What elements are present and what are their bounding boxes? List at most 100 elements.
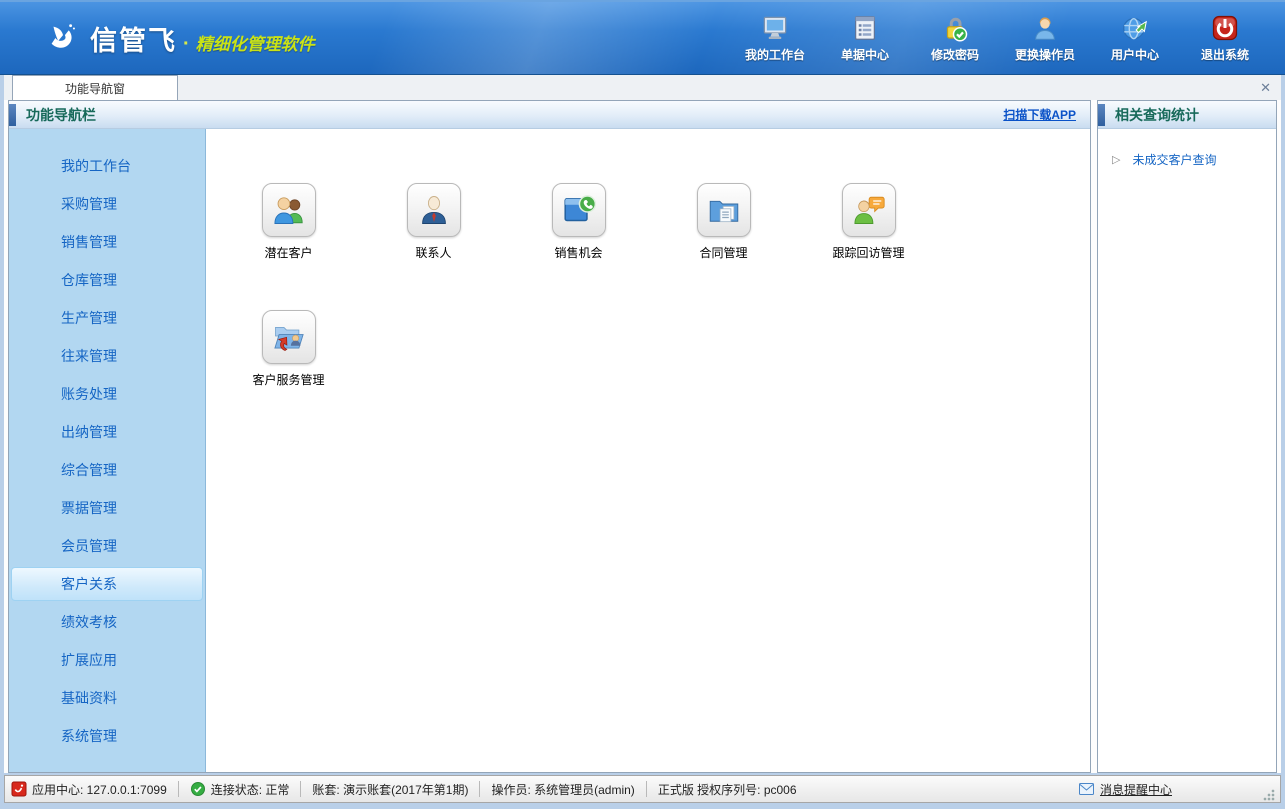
divider (479, 781, 480, 797)
connection-ok-icon (190, 781, 206, 797)
sidebar-item-partners[interactable]: 往来管理 (9, 337, 205, 375)
navigation-panel: 功能导航栏 扫描下载APP 我的工作台 采购管理 销售管理 仓库管理 生产管理 … (8, 100, 1091, 773)
connection-text: 连接状态: 正常 (211, 781, 290, 798)
query-panel-header: 相关查询统计 (1098, 101, 1276, 129)
contact-person-icon (416, 192, 452, 228)
module-contract-management[interactable]: 合同管理 (651, 183, 796, 261)
app-button (262, 310, 316, 364)
tab-strip: 功能导航窗 ✕ (4, 75, 1281, 100)
sidebar-item-customer-relations[interactable]: 客户关系 (11, 567, 203, 601)
operator-text: 操作员: 系统管理员(admin) (491, 781, 634, 798)
sidebar: 我的工作台 采购管理 销售管理 仓库管理 生产管理 往来管理 账务处理 出纳管理… (9, 129, 206, 772)
toolbar-label: 单据中心 (841, 46, 889, 63)
top-toolbar: 我的工作台 单据中心 修改密码 (737, 13, 1263, 63)
tab-function-navigation[interactable]: 功能导航窗 (12, 75, 178, 100)
sidebar-item-purchase[interactable]: 采购管理 (9, 185, 205, 223)
module-label: 客户服务管理 (252, 371, 324, 388)
workbench-monitor-icon (760, 13, 790, 43)
operator-status: 操作员: 系统管理员(admin) (491, 781, 634, 798)
app-button (407, 183, 461, 237)
app-logo-small-icon (11, 781, 27, 797)
app-button (842, 183, 896, 237)
toolbar-label: 用户中心 (1111, 46, 1159, 63)
resize-grip[interactable] (1262, 788, 1276, 802)
brand: 信管飞 · 精细化管理软件 (44, 19, 315, 58)
toolbar-label: 我的工作台 (745, 46, 805, 63)
account-text: 账套: 演示账套(2017年第1期) (312, 781, 468, 798)
message-center-link[interactable]: 消息提醒中心 (1100, 781, 1172, 798)
module-contact-person[interactable]: 联系人 (361, 183, 506, 261)
sidebar-item-sales[interactable]: 销售管理 (9, 223, 205, 261)
top-banner: 信管飞 · 精细化管理软件 我的工作台 单据中心 (0, 0, 1285, 75)
exit-power-icon (1210, 13, 1240, 43)
module-sales-opportunity[interactable]: 销售机会 (506, 183, 651, 261)
toolbar-user-center[interactable]: 用户中心 (1097, 13, 1173, 63)
module-follow-up-management[interactable]: 跟踪回访管理 (796, 183, 941, 261)
connection-status: 连接状态: 正常 (190, 781, 290, 798)
divider (646, 781, 647, 797)
app-button (552, 183, 606, 237)
module-label: 销售机会 (554, 244, 602, 261)
query-panel-title: 相关查询统计 (1115, 105, 1199, 125)
sidebar-item-bills[interactable]: 票据管理 (9, 489, 205, 527)
toolbar-switch-operator[interactable]: 更换操作员 (1007, 13, 1083, 63)
sidebar-item-basic-data[interactable]: 基础资料 (9, 679, 205, 717)
toolbar-label: 修改密码 (931, 46, 979, 63)
license-text: 正式版 授权序列号: pc006 (658, 781, 797, 798)
message-center[interactable]: 消息提醒中心 (1078, 781, 1172, 798)
accent-bar (9, 104, 16, 126)
triangle-right-icon: ▷ (1112, 153, 1120, 166)
toolbar-document-center[interactable]: 单据中心 (827, 13, 903, 63)
divider (300, 781, 301, 797)
sidebar-item-system[interactable]: 系统管理 (9, 717, 205, 755)
module-label: 跟踪回访管理 (832, 244, 904, 261)
toolbar-label: 更换操作员 (1015, 46, 1075, 63)
toolbar-my-workbench[interactable]: 我的工作台 (737, 13, 813, 63)
sidebar-item-my-workbench[interactable]: 我的工作台 (9, 147, 205, 185)
sidebar-item-cashier[interactable]: 出纳管理 (9, 413, 205, 451)
app-button (697, 183, 751, 237)
potential-customers-icon (271, 192, 307, 228)
query-item-unclosed-customers[interactable]: ▷ 未成交客户查询 (1112, 151, 1266, 168)
navigation-panel-title: 功能导航栏 (26, 105, 96, 125)
sales-opportunity-icon (561, 192, 597, 228)
brand-tagline: 精细化管理软件 (196, 30, 315, 55)
module-label: 合同管理 (699, 244, 747, 261)
scan-download-app-link[interactable]: 扫描下载APP (1003, 106, 1076, 123)
document-list-icon (850, 13, 880, 43)
status-bar: 应用中心: 127.0.0.1:7099 连接状态: 正常 账套: 演示账套(2… (4, 775, 1281, 803)
sidebar-item-accounting[interactable]: 账务处理 (9, 375, 205, 413)
brand-dot: · (183, 33, 190, 56)
sidebar-item-performance[interactable]: 绩效考核 (9, 603, 205, 641)
module-customer-service-management[interactable]: 客户服务管理 (216, 310, 361, 388)
app-button (262, 183, 316, 237)
sidebar-item-comprehensive[interactable]: 综合管理 (9, 451, 205, 489)
toolbar-exit-system[interactable]: 退出系统 (1187, 13, 1263, 63)
module-icon-area: 潜在客户 联系人 (206, 129, 1090, 772)
sidebar-item-members[interactable]: 会员管理 (9, 527, 205, 565)
app-center-status: 应用中心: 127.0.0.1:7099 (11, 781, 167, 798)
sidebar-item-production[interactable]: 生产管理 (9, 299, 205, 337)
account-set-status: 账套: 演示账套(2017年第1期) (312, 781, 468, 798)
envelope-icon (1078, 782, 1095, 796)
query-statistics-panel: 相关查询统计 ▷ 未成交客户查询 (1097, 100, 1277, 773)
sidebar-item-warehouse[interactable]: 仓库管理 (9, 261, 205, 299)
brand-name: 信管飞 (90, 19, 177, 58)
password-lock-icon (940, 13, 970, 43)
contract-management-icon (706, 192, 742, 228)
sidebar-item-extensions[interactable]: 扩展应用 (9, 641, 205, 679)
toolbar-change-password[interactable]: 修改密码 (917, 13, 993, 63)
close-icon[interactable]: ✕ (1260, 80, 1271, 96)
switch-operator-icon (1030, 13, 1060, 43)
user-center-globe-icon (1120, 13, 1150, 43)
divider (178, 781, 179, 797)
query-item-label: 未成交客户查询 (1132, 151, 1216, 168)
toolbar-label: 退出系统 (1201, 46, 1249, 63)
module-potential-customers[interactable]: 潜在客户 (216, 183, 361, 261)
module-label: 联系人 (415, 244, 451, 261)
customer-service-management-icon (271, 319, 307, 355)
accent-bar (1098, 104, 1105, 126)
navigation-panel-header: 功能导航栏 扫描下载APP (9, 101, 1090, 129)
follow-up-management-icon (851, 192, 887, 228)
app-center-text: 应用中心: 127.0.0.1:7099 (32, 781, 167, 798)
